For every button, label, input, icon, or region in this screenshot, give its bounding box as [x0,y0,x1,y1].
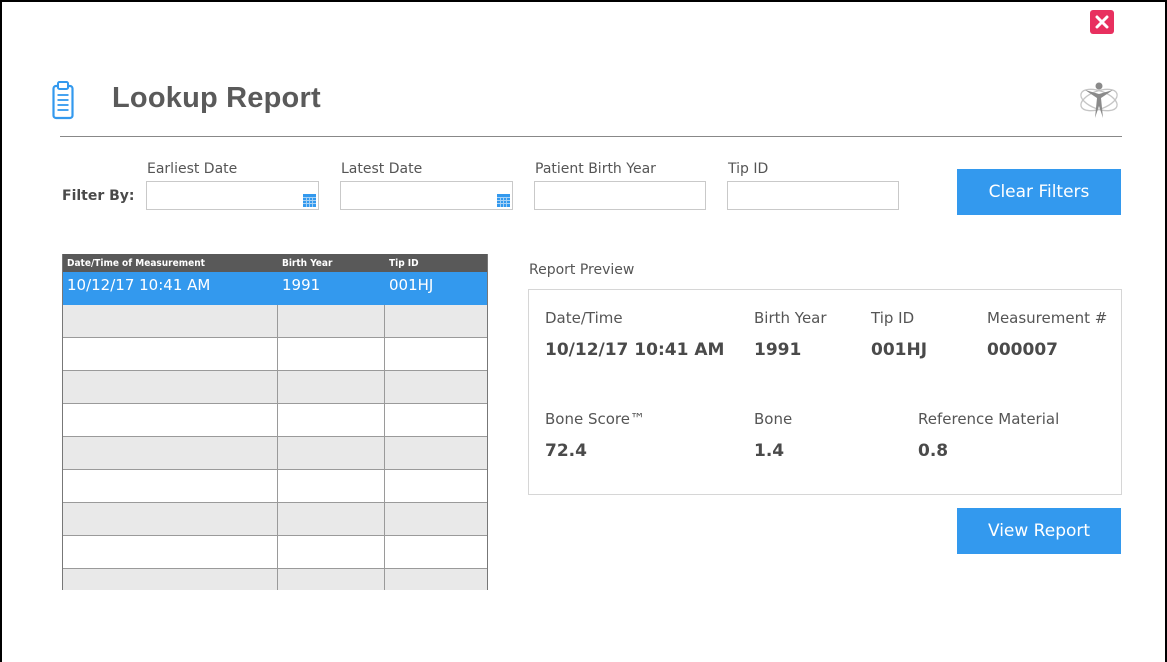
cell-birth-year [278,305,385,337]
cell-datetime [63,536,278,568]
preview-reference-value: 0.8 [918,441,949,461]
preview-measurement-value: 000007 [987,340,1058,360]
page-title: Lookup Report [112,82,321,114]
cell-datetime [63,470,278,502]
cell-tip-id [385,470,487,502]
column-header-birth-year[interactable]: Birth Year [278,258,385,269]
preview-bone-label: Bone [754,410,793,428]
cell-tip-id: 001HJ [385,272,487,304]
cell-birth-year [278,338,385,370]
table-row[interactable] [63,305,487,338]
cell-datetime [63,404,278,436]
cell-birth-year [278,404,385,436]
cell-birth-year: 1991 [278,272,385,304]
cell-tip-id [385,371,487,403]
table-row[interactable] [63,536,487,569]
cell-birth-year [278,569,385,590]
birth-year-filter-input[interactable] [534,181,706,210]
clear-filters-button[interactable]: Clear Filters [957,169,1121,215]
cell-tip-id [385,404,487,436]
preview-bone-value: 1.4 [754,441,785,461]
cell-datetime [63,371,278,403]
preview-birth-year-value: 1991 [754,340,802,360]
cell-birth-year [278,503,385,535]
preview-datetime-value: 10/12/17 10:41 AM [545,340,725,360]
cell-tip-id [385,536,487,568]
tip-id-filter-input[interactable] [727,181,899,210]
calendar-icon[interactable] [497,192,510,211]
results-table: Date/Time of Measurement Birth Year Tip … [62,254,488,590]
cell-datetime: 10/12/17 10:41 AM [63,272,278,304]
report-preview-title: Report Preview [529,262,635,278]
close-button[interactable] [1090,10,1114,34]
cell-birth-year [278,536,385,568]
table-row[interactable]: 10/12/17 10:41 AM 1991 001HJ [63,272,487,305]
cell-datetime [63,437,278,469]
birth-year-filter-label: Patient Birth Year [535,161,656,177]
preview-tip-id-value: 001HJ [871,340,928,360]
calendar-icon[interactable] [303,192,316,211]
table-row[interactable] [63,404,487,437]
preview-measurement-label: Measurement # [987,309,1108,327]
clipboard-icon [52,80,74,124]
preview-datetime-label: Date/Time [545,309,623,327]
cell-tip-id [385,305,487,337]
cell-birth-year [278,371,385,403]
table-row[interactable] [63,569,487,590]
title-divider [60,136,1122,137]
preview-bone-score-label: Bone Score™ [545,410,645,428]
earliest-date-field[interactable] [146,181,319,210]
preview-birth-year-label: Birth Year [754,309,827,327]
preview-reference-label: Reference Material [918,410,1060,428]
table-header: Date/Time of Measurement Birth Year Tip … [63,254,487,272]
cell-datetime [63,305,278,337]
cell-tip-id [385,503,487,535]
table-row[interactable] [63,371,487,404]
cell-tip-id [385,437,487,469]
figure-logo-icon [1077,80,1121,126]
view-report-button[interactable]: View Report [957,508,1121,554]
latest-date-label: Latest Date [341,161,423,177]
cell-datetime [63,503,278,535]
preview-bone-score-value: 72.4 [545,441,587,461]
cell-datetime [63,338,278,370]
latest-date-field[interactable] [340,181,513,210]
cell-birth-year [278,470,385,502]
cell-birth-year [278,437,385,469]
table-row[interactable] [63,470,487,503]
cell-datetime [63,569,278,590]
close-icon [1095,15,1109,29]
preview-tip-id-label: Tip ID [871,309,915,327]
table-row[interactable] [63,338,487,371]
cell-tip-id [385,569,487,590]
filter-by-label: Filter By: [62,188,135,204]
report-preview-panel: Date/Time 10/12/17 10:41 AM Birth Year 1… [528,289,1122,495]
table-row[interactable] [63,503,487,536]
cell-tip-id [385,338,487,370]
earliest-date-label: Earliest Date [147,161,238,177]
column-header-tip-id[interactable]: Tip ID [385,258,487,269]
column-header-datetime[interactable]: Date/Time of Measurement [63,258,278,269]
tip-id-filter-label: Tip ID [728,161,769,177]
table-row[interactable] [63,437,487,470]
